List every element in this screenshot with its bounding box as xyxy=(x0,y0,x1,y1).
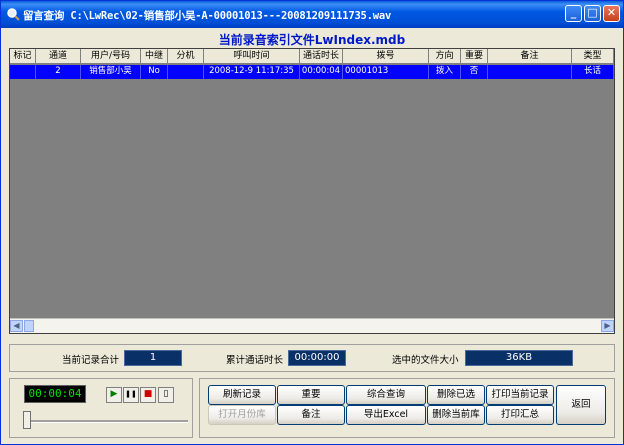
selected-size-label: 选中的文件大小 xyxy=(392,355,459,366)
delete-selected-button[interactable]: 删除已选 xyxy=(427,385,485,405)
export-excel-button[interactable]: 导出Excel xyxy=(346,405,426,425)
column-header-user[interactable]: 用户/号码 xyxy=(81,49,141,64)
panel-title: 当前录音索引文件LwIndex.mdb xyxy=(218,33,406,47)
cell-call-time: 2008-12-9 11:17:35 xyxy=(204,65,300,79)
column-header-important[interactable]: 重要 xyxy=(461,49,488,64)
magnifier-icon xyxy=(7,8,20,21)
column-header-channel[interactable]: 通道 xyxy=(36,49,81,64)
cell-channel: 2 xyxy=(36,65,81,79)
maximize-button[interactable]: □ xyxy=(584,5,601,22)
column-header-dialed[interactable]: 拨号 xyxy=(343,49,429,64)
app-window: 留言查询 C:\LwRec\02-销售部小吴-A-00001013---2008… xyxy=(0,0,624,445)
back-button[interactable]: 返回 xyxy=(556,385,606,425)
column-header-extension[interactable]: 分机 xyxy=(168,49,204,64)
actions-panel: 刷新记录 重要 综合查询 删除已选 打印当前记录 返回 打开月份库 备注 导出E… xyxy=(199,378,615,438)
minimize-button[interactable]: _ xyxy=(565,5,582,22)
cell-user: 销售部小吴 xyxy=(81,65,141,79)
pause-icon[interactable]: ❚❚ xyxy=(123,387,139,403)
playback-time-display: 00:00:04 xyxy=(24,385,86,403)
title-bar[interactable]: 留言查询 C:\LwRec\02-销售部小吴-A-00001013---2008… xyxy=(1,1,623,28)
open-month-db-button[interactable]: 打开月份库 xyxy=(208,405,276,425)
scroll-right-arrow-icon[interactable]: ▶ xyxy=(601,320,614,332)
window-title: 留言查询 C:\LwRec\02-销售部小吴-A-00001013---2008… xyxy=(23,10,392,22)
note-button[interactable]: 备注 xyxy=(277,405,345,425)
cell-trunk: No xyxy=(141,65,168,79)
player-panel: 00:00:04 ▶ ❚❚ ■ ▯ xyxy=(9,378,193,438)
play-icon[interactable]: ▶ xyxy=(106,387,122,403)
total-duration-label: 累计通话时长 xyxy=(226,355,284,366)
open-file-icon[interactable]: ▯ xyxy=(158,387,174,403)
print-summary-button[interactable]: 打印汇总 xyxy=(486,405,554,425)
scroll-left-arrow-icon[interactable]: ◀ xyxy=(10,320,23,332)
total-duration-value: 00:00:00 xyxy=(288,350,346,366)
cell-duration: 00:00:04 xyxy=(300,65,343,79)
horizontal-scrollbar[interactable]: ◀ ▶ xyxy=(10,318,614,333)
column-header-call-time[interactable]: 呼叫时间 xyxy=(204,49,300,64)
refresh-records-button[interactable]: 刷新记录 xyxy=(208,385,276,405)
selected-size-value: 36KB xyxy=(465,350,573,366)
record-count-value: 1 xyxy=(124,350,182,366)
records-grid[interactable]: 标记 通道 用户/号码 中继 分机 呼叫时间 通话时长 拨号 方向 重要 备注 … xyxy=(9,48,615,334)
playback-slider-thumb[interactable] xyxy=(23,411,31,429)
cell-mark xyxy=(10,65,36,79)
advanced-search-button[interactable]: 综合查询 xyxy=(346,385,426,405)
stop-icon[interactable]: ■ xyxy=(140,387,156,403)
cell-note xyxy=(488,65,572,79)
cell-type: 长话 xyxy=(572,65,614,79)
cell-dialed: 00001013 xyxy=(343,65,429,79)
column-header-trunk[interactable]: 中继 xyxy=(141,49,168,64)
column-header-direction[interactable]: 方向 xyxy=(429,49,461,64)
stats-bar: 当前记录合计 1 累计通话时长 00:00:00 选中的文件大小 36KB xyxy=(9,344,615,372)
close-button[interactable]: ✕ xyxy=(603,5,620,22)
print-current-button[interactable]: 打印当前记录 xyxy=(486,385,554,405)
mark-important-button[interactable]: 重要 xyxy=(277,385,345,405)
record-count-label: 当前记录合计 xyxy=(62,355,120,366)
column-header-duration[interactable]: 通话时长 xyxy=(300,49,343,64)
grid-header: 标记 通道 用户/号码 中继 分机 呼叫时间 通话时长 拨号 方向 重要 备注 … xyxy=(10,49,614,64)
table-row[interactable]: 2 销售部小吴 No 2008-12-9 11:17:35 00:00:04 0… xyxy=(10,65,614,79)
column-header-type[interactable]: 类型 xyxy=(572,49,614,64)
column-header-mark[interactable]: 标记 xyxy=(10,49,36,64)
playback-slider-track[interactable] xyxy=(24,420,188,423)
scroll-thumb[interactable] xyxy=(24,320,34,332)
cell-extension xyxy=(168,65,204,79)
delete-current-db-button[interactable]: 删除当前库 xyxy=(427,405,485,425)
column-header-note[interactable]: 备注 xyxy=(488,49,572,64)
cell-important: 否 xyxy=(461,65,488,79)
cell-direction: 拨入 xyxy=(429,65,461,79)
